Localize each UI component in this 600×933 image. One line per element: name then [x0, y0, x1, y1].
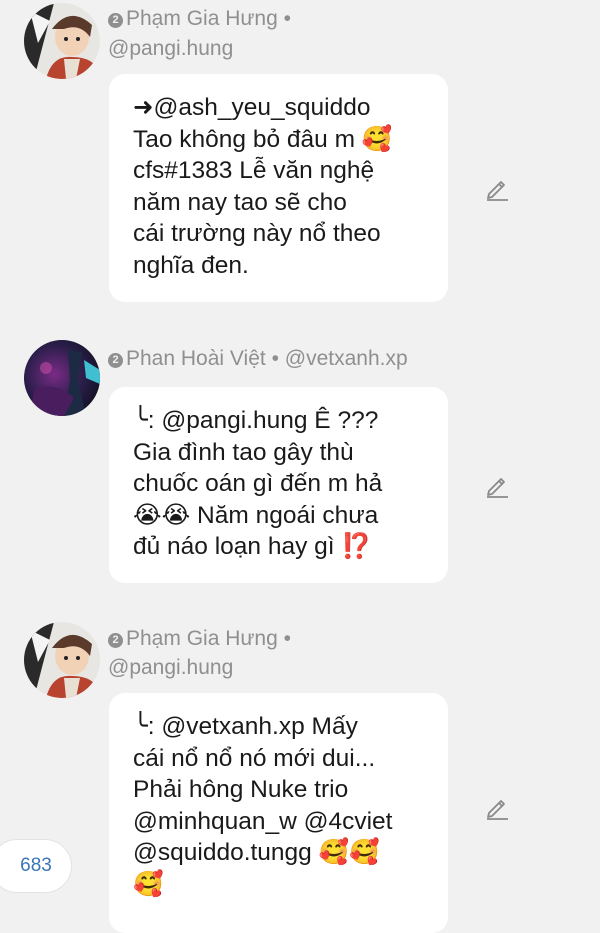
avatar[interactable]: [24, 340, 100, 416]
avatar[interactable]: [24, 622, 100, 698]
comment-line: cái trường này nổ theo: [133, 220, 381, 247]
avatar-illustrated-boy-icon: [24, 3, 100, 79]
comment-line: chuốc oán gì đến m hả: [133, 470, 383, 497]
pencil-icon: [487, 478, 508, 498]
comment-line: @minhquan_w @4cviet: [133, 807, 393, 835]
comment-line: ╰: @pangi.hung Ê ???: [133, 407, 379, 434]
author-handle[interactable]: @vetxanh.xp: [285, 347, 408, 370]
rank-badge: 2: [108, 633, 123, 648]
edit-button[interactable]: [484, 175, 510, 201]
comment-line: Tao không bỏ đâu m 🥰: [133, 125, 393, 153]
comment-line: 😭😭 Năm ngoái chưa: [133, 501, 379, 529]
comment-line: nghĩa đen.: [133, 251, 249, 279]
comment-bubble: ╰: @pangi.hung Ê ??? Gia đình tao gây th…: [109, 387, 448, 583]
author-handle[interactable]: @pangi.hung: [108, 35, 233, 62]
comment-line: ╰: @vetxanh.xp Mấy: [133, 713, 358, 740]
comment-line: Gia đình tao gây thù: [133, 438, 354, 466]
comment-line: 🥰: [133, 870, 164, 898]
author-name[interactable]: Phạm Gia Hưng: [126, 7, 278, 30]
author-name[interactable]: Phạm Gia Hưng: [126, 627, 278, 650]
comment-bubble: ╰: @vetxanh.xp Mấy cái nổ nổ nó mới dui.…: [109, 693, 448, 933]
comment-line: cái nổ nổ nó mới dui...: [133, 744, 376, 772]
comment-line: cfs#1383 Lễ văn nghệ: [133, 157, 375, 184]
comment-meta: 2 Phan Hoài Việt • @vetxanh.xp: [108, 345, 408, 372]
edit-button[interactable]: [484, 794, 510, 820]
comment-line: đủ náo loạn hay gì ⁉️: [133, 533, 372, 560]
comment-line: Phải hông Nuke trio: [133, 776, 349, 803]
comment-counter-badge[interactable]: 683: [0, 839, 72, 893]
meta-separator: •: [271, 347, 279, 370]
avatar-dark-figure-icon: [24, 340, 100, 416]
pencil-icon: [487, 181, 508, 201]
rank-badge: 2: [108, 13, 123, 28]
comment-bubble: ➜@ash_yeu_squiddo Tao không bỏ đâu m 🥰 c…: [109, 74, 448, 302]
counter-value: 683: [20, 855, 52, 876]
pencil-icon: [487, 800, 508, 820]
meta-separator: •: [283, 7, 291, 30]
avatar[interactable]: [24, 3, 100, 79]
comment-line: năm nay tao sẽ cho: [133, 188, 347, 216]
comment-meta: 2 Phạm Gia Hưng •: [108, 625, 291, 652]
rank-badge: 2: [108, 353, 123, 368]
comment-line: ➜@ash_yeu_squiddo: [133, 94, 371, 121]
edit-button[interactable]: [484, 472, 510, 498]
comment-line: @squiddo.tungg 🥰🥰: [133, 839, 380, 866]
author-handle[interactable]: @pangi.hung: [108, 654, 233, 681]
comment-meta: 2 Phạm Gia Hưng •: [108, 5, 291, 32]
avatar-illustrated-boy-icon: [24, 622, 100, 698]
meta-separator: •: [283, 627, 291, 650]
author-name[interactable]: Phan Hoài Việt: [126, 347, 266, 370]
